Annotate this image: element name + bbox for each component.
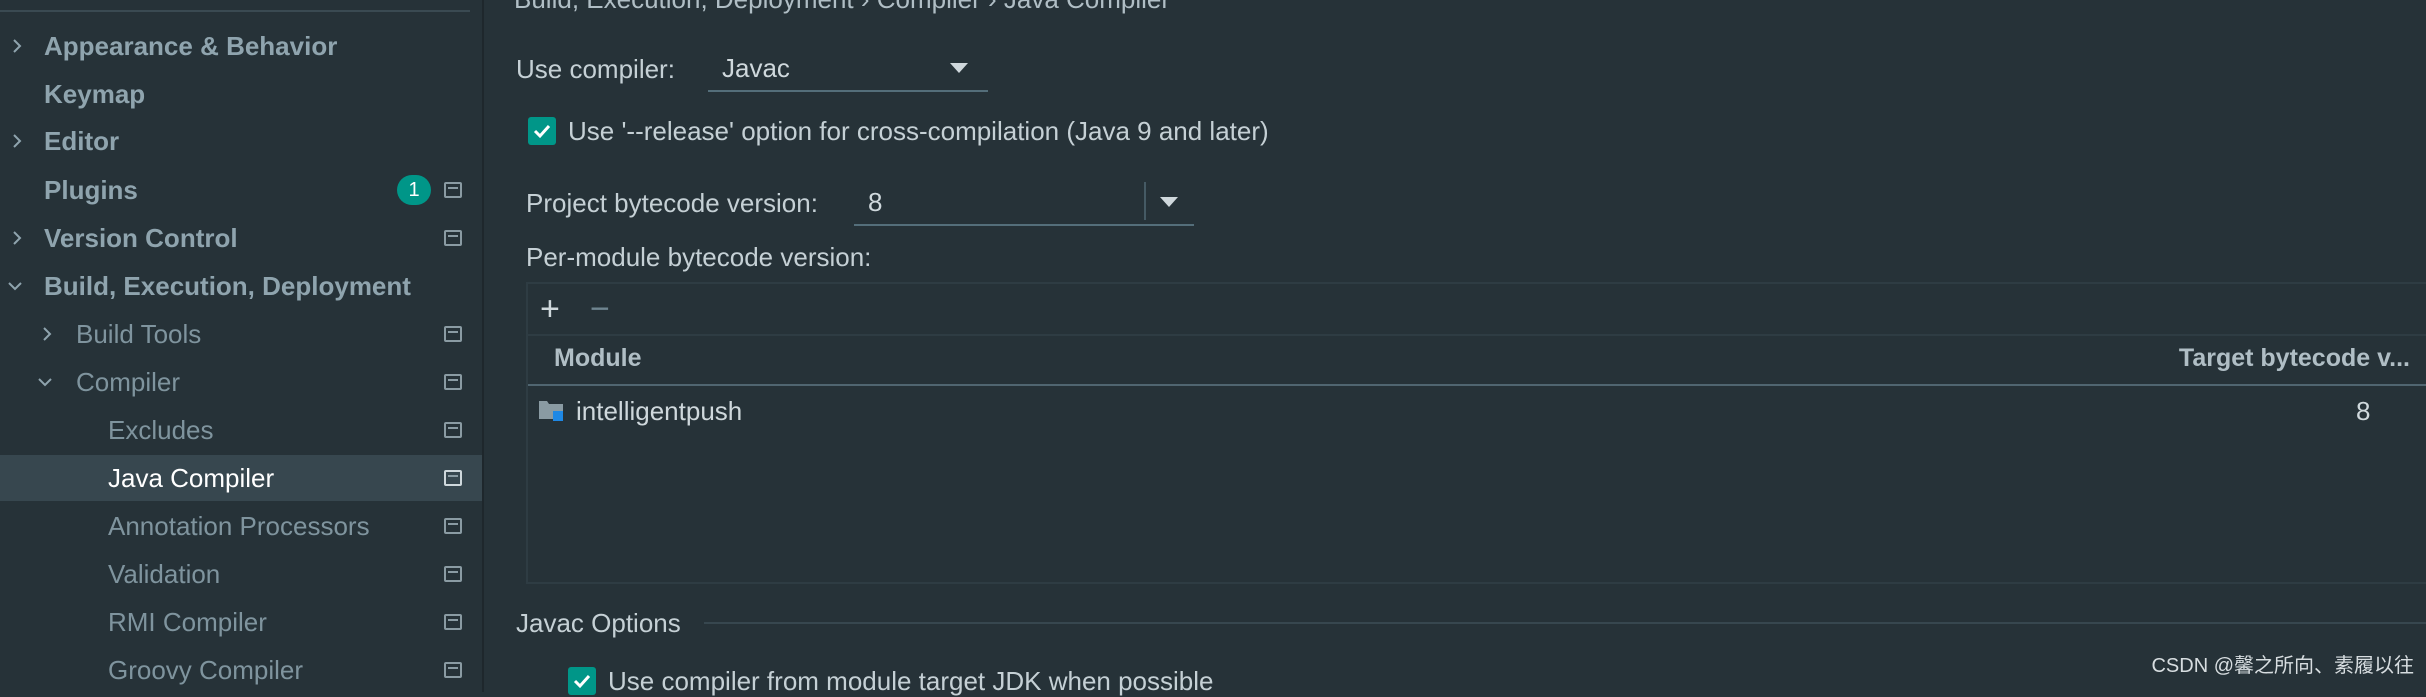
dropdown-divider: [1144, 182, 1146, 220]
sidebar-item-keymap[interactable]: Keymap: [0, 71, 482, 117]
project-settings-icon: [444, 326, 462, 342]
table-row[interactable]: intelligentpush 8: [528, 386, 2426, 436]
column-header-module[interactable]: Module: [554, 344, 642, 373]
sidebar-item-appearance-behavior[interactable]: Appearance & Behavior: [0, 23, 482, 69]
sidebar-item-build-tools[interactable]: Build Tools: [0, 311, 482, 357]
sidebar-item-label: Excludes: [108, 414, 214, 445]
module-jdk-checkbox[interactable]: [568, 667, 596, 695]
module-folder-icon: [539, 401, 563, 421]
sidebar-item-excludes[interactable]: Excludes: [0, 407, 482, 453]
chevron-right-icon: [6, 227, 28, 249]
use-compiler-value: Javac: [722, 53, 790, 83]
sidebar-item-label: Build Tools: [76, 318, 202, 349]
java-compiler-settings-panel: Build, Execution, Deployment › Compiler …: [484, 0, 2426, 696]
column-header-target-bytecode[interactable]: Target bytecode v...: [2179, 344, 2410, 373]
target-bytecode-cell[interactable]: 8: [2356, 396, 2370, 427]
project-settings-icon: [444, 518, 462, 534]
project-settings-icon: [444, 614, 462, 630]
per-module-bytecode-table: + − Module Target bytecode v... intellig…: [526, 282, 2426, 584]
module-jdk-label: Use compiler from module target JDK when…: [608, 666, 1214, 696]
sidebar-item-label: Validation: [108, 558, 221, 589]
use-compiler-label: Use compiler:: [516, 54, 675, 84]
sidebar-item-label: Groovy Compiler: [108, 654, 304, 685]
sidebar-item-label: Annotation Processors: [108, 510, 370, 541]
checkmark-icon: [573, 674, 591, 689]
chevron-down-icon: [4, 275, 26, 297]
section-divider: [704, 622, 2426, 624]
sidebar-item-compiler[interactable]: Compiler: [0, 359, 482, 405]
project-settings-icon: [444, 230, 462, 246]
dropdown-arrow-icon: [1160, 197, 1178, 207]
release-option-label: Use '--release' option for cross-compila…: [568, 116, 1269, 146]
sidebar-item-label: RMI Compiler: [108, 606, 267, 637]
release-option-checkbox[interactable]: [528, 117, 556, 145]
sidebar-item-label: Keymap: [44, 78, 146, 109]
project-settings-icon: [444, 662, 462, 678]
project-settings-icon: [444, 374, 462, 390]
project-settings-icon: [444, 182, 462, 198]
chevron-right-icon: [6, 35, 28, 57]
settings-sidebar: Appearance & Behavior Keymap Editor Plug…: [0, 0, 484, 692]
sidebar-item-editor[interactable]: Editor: [0, 118, 482, 164]
bytecode-version-dropdown[interactable]: 8: [854, 180, 1194, 226]
sidebar-divider: [0, 10, 470, 12]
sidebar-item-label: Java Compiler: [108, 462, 275, 493]
sidebar-item-label: Build, Execution, Deployment: [44, 270, 411, 301]
updates-count-badge: 1: [397, 175, 431, 205]
module-name-cell: intelligentpush: [576, 396, 743, 426]
dropdown-arrow-icon: [950, 63, 968, 73]
table-header: Module Target bytecode v...: [528, 334, 2426, 386]
sidebar-item-plugins[interactable]: Plugins 1: [0, 167, 482, 213]
table-toolbar: + −: [528, 284, 2426, 336]
project-settings-icon: [444, 566, 462, 582]
chevron-down-icon: [34, 371, 56, 393]
sidebar-item-validation[interactable]: Validation: [0, 551, 482, 597]
sidebar-item-label: Plugins: [44, 174, 138, 205]
watermark: CSDN @馨之所向、素履以往: [2151, 655, 2414, 677]
bytecode-version-label: Project bytecode version:: [526, 188, 818, 218]
sidebar-item-rmi-compiler[interactable]: RMI Compiler: [0, 599, 482, 645]
sidebar-item-version-control[interactable]: Version Control: [0, 215, 482, 261]
javac-options-title: Javac Options: [516, 608, 681, 638]
chevron-right-icon: [6, 130, 28, 152]
use-compiler-dropdown[interactable]: Javac: [708, 46, 988, 92]
sidebar-item-label: Appearance & Behavior: [44, 30, 338, 61]
sidebar-item-label: Editor: [44, 125, 120, 156]
sidebar-item-annotation-processors[interactable]: Annotation Processors: [0, 503, 482, 549]
remove-module-button[interactable]: −: [590, 292, 610, 326]
sidebar-item-build-execution-deployment[interactable]: Build, Execution, Deployment: [0, 263, 482, 309]
per-module-label: Per-module bytecode version:: [526, 242, 872, 272]
sidebar-item-java-compiler[interactable]: Java Compiler: [0, 455, 482, 501]
chevron-right-icon: [36, 323, 58, 345]
sidebar-item-label: Version Control: [44, 222, 238, 253]
bytecode-version-value: 8: [868, 187, 883, 217]
add-module-button[interactable]: +: [540, 292, 560, 326]
breadcrumb: Build, Execution, Deployment › Compiler …: [514, 0, 1170, 15]
sidebar-item-label: Compiler: [76, 366, 181, 397]
sidebar-item-groovy-compiler[interactable]: Groovy Compiler: [0, 647, 482, 693]
project-settings-icon: [444, 470, 462, 486]
checkmark-icon: [533, 124, 551, 139]
project-settings-icon: [444, 422, 462, 438]
